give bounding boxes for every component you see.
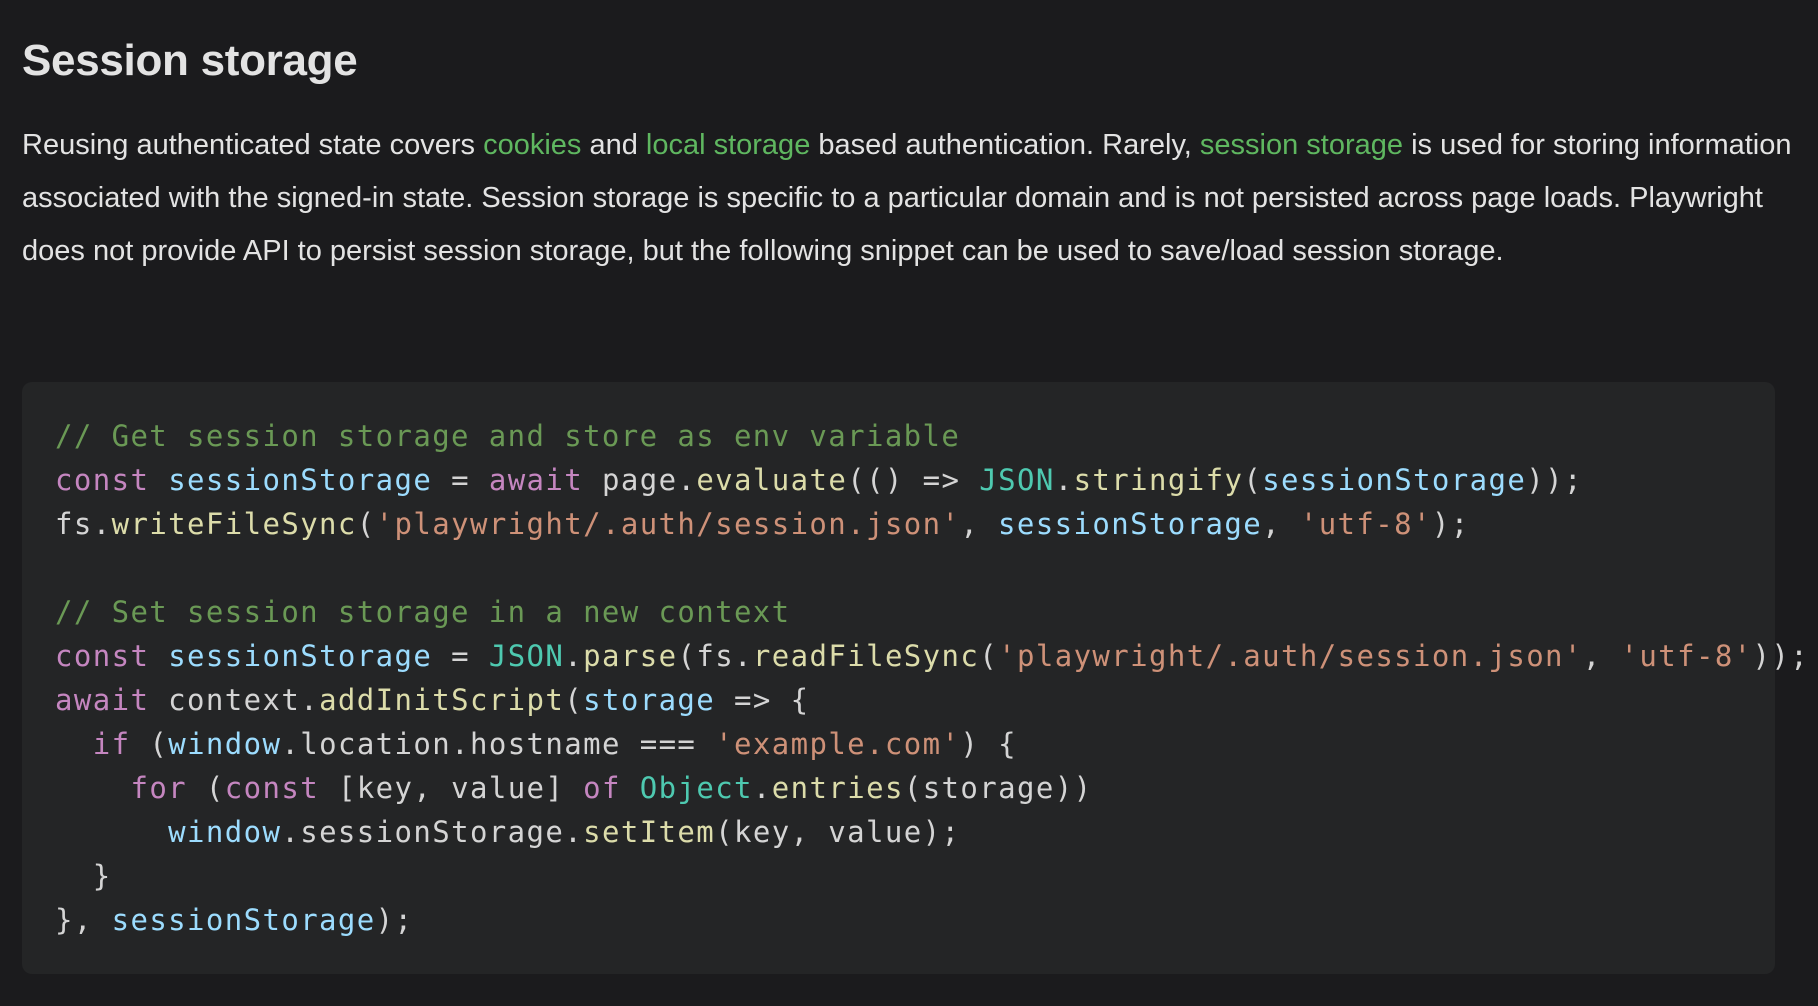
code-token-comment: // Set session storage in a new context	[55, 595, 791, 629]
code-token-plain: ,	[1262, 507, 1300, 541]
code-token-plain: );	[375, 903, 414, 937]
code-token-plain: },	[55, 903, 112, 937]
code-token-kw: const	[224, 771, 320, 805]
code-token-var: sessionStorage	[998, 507, 1263, 541]
code-token-fn: evaluate	[696, 463, 848, 497]
code-line: window.sessionStorage.setItem(key, value…	[55, 810, 1775, 854]
code-token-plain: .	[752, 771, 772, 805]
code-line: for (const [key, value] of Object.entrie…	[55, 766, 1775, 810]
page-heading: Session storage	[22, 36, 358, 85]
code-token-var: sessionStorage	[111, 903, 376, 937]
code-token-class: JSON	[488, 639, 565, 673]
code-token-kw: const	[55, 463, 150, 497]
code-token-comment: // Get session storage and store as env …	[55, 419, 961, 453]
code-line: }	[55, 854, 1775, 898]
code-token-kw: if	[92, 727, 131, 761]
session-storage-link[interactable]: session storage	[1200, 129, 1403, 161]
code-token-plain: ,	[1582, 639, 1621, 673]
code-token-plain: );	[1431, 507, 1470, 541]
code-line: // Set session storage in a new context	[55, 590, 1775, 634]
code-line: const sessionStorage = await page.evalua…	[55, 458, 1775, 502]
code-line: if (window.location.hostname === 'exampl…	[55, 722, 1775, 766]
code-token-kw: await	[488, 463, 584, 497]
code-token-kw: const	[55, 639, 150, 673]
code-token-kw: for	[130, 771, 188, 805]
code-token-plain: [key, value]	[319, 771, 584, 805]
code-token-plain: page.	[583, 463, 697, 497]
code-token-plain: (	[356, 507, 376, 541]
code-line: fs.writeFileSync('playwright/.auth/sessi…	[55, 502, 1775, 546]
intro-text-1: Reusing authenticated state covers	[22, 129, 484, 161]
code-token-plain: ));	[1526, 463, 1583, 497]
code-token-fn: stringify	[1073, 463, 1244, 497]
code-content[interactable]: // Get session storage and store as env …	[55, 414, 1808, 942]
intro-text-2: and	[581, 129, 646, 161]
code-token-class: JSON	[979, 463, 1055, 497]
code-token-var: window	[168, 727, 282, 761]
code-token-plain: context.	[149, 683, 320, 717]
code-token-plain: (storage))	[903, 771, 1093, 805]
code-token-kw: await	[55, 683, 150, 717]
code-token-plain: => {	[715, 683, 810, 717]
code-token-plain: ) {	[960, 727, 1017, 761]
code-token-str: 'utf-8'	[1620, 639, 1753, 673]
code-token-plain: .	[564, 639, 584, 673]
code-token-fn: addInitScript	[319, 683, 565, 717]
code-token-plain: (	[564, 683, 584, 717]
code-token-str: 'playwright/.auth/session.json'	[375, 507, 961, 541]
code-line: }, sessionStorage);	[55, 898, 1775, 942]
code-line: await context.addInitScript(storage => {	[55, 678, 1775, 722]
code-token-plain: (	[187, 771, 225, 805]
code-token-plain: .sessionStorage.	[281, 815, 584, 849]
code-token-plain: (	[130, 727, 169, 761]
local-storage-link[interactable]: local storage	[646, 129, 810, 161]
intro-text-3: based authentication. Rarely,	[810, 129, 1200, 161]
code-token-var: storage	[583, 683, 716, 717]
code-token-plain: ));	[1752, 639, 1810, 673]
code-token-plain: fs.	[55, 507, 112, 541]
code-token-plain: .location.hostname ===	[281, 727, 716, 761]
docs-page: Session storage Reusing authenticated st…	[0, 0, 1818, 1006]
code-token-plain: =	[432, 639, 489, 673]
code-token-fn: entries	[771, 771, 904, 805]
code-token-plain: (	[1243, 463, 1263, 497]
code-token-str: 'playwright/.auth/session.json'	[998, 639, 1583, 673]
code-token-var: sessionStorage	[168, 639, 433, 673]
code-token-str: 'utf-8'	[1299, 507, 1432, 541]
code-line: const sessionStorage = JSON.parse(fs.rea…	[55, 634, 1808, 678]
code-line: // Get session storage and store as env …	[55, 414, 1775, 458]
code-token-class: Object	[639, 771, 753, 805]
code-token-str: 'example.com'	[715, 727, 961, 761]
code-token-fn: parse	[583, 639, 678, 673]
code-token-plain: (() =>	[847, 463, 980, 497]
code-token-var: sessionStorage	[168, 463, 433, 497]
code-token-plain: (fs.	[677, 639, 753, 673]
code-token-var: window	[168, 815, 282, 849]
intro-paragraph: Reusing authenticated state covers cooki…	[22, 119, 1797, 278]
code-token-plain: }	[55, 859, 112, 893]
code-token-plain: ,	[960, 507, 999, 541]
code-token-plain: (	[979, 639, 999, 673]
code-token-fn: writeFileSync	[111, 507, 357, 541]
code-token-var: sessionStorage	[1262, 463, 1527, 497]
cookies-link[interactable]: cookies	[483, 129, 581, 161]
code-token-plain: .	[1054, 463, 1074, 497]
code-token-plain: (key, value);	[715, 815, 961, 849]
code-token-kw: of	[583, 771, 621, 805]
code-token-fn: setItem	[583, 815, 716, 849]
code-block[interactable]: // Get session storage and store as env …	[22, 382, 1808, 974]
code-token-fn: readFileSync	[752, 639, 980, 673]
code-token-plain: =	[432, 463, 489, 497]
